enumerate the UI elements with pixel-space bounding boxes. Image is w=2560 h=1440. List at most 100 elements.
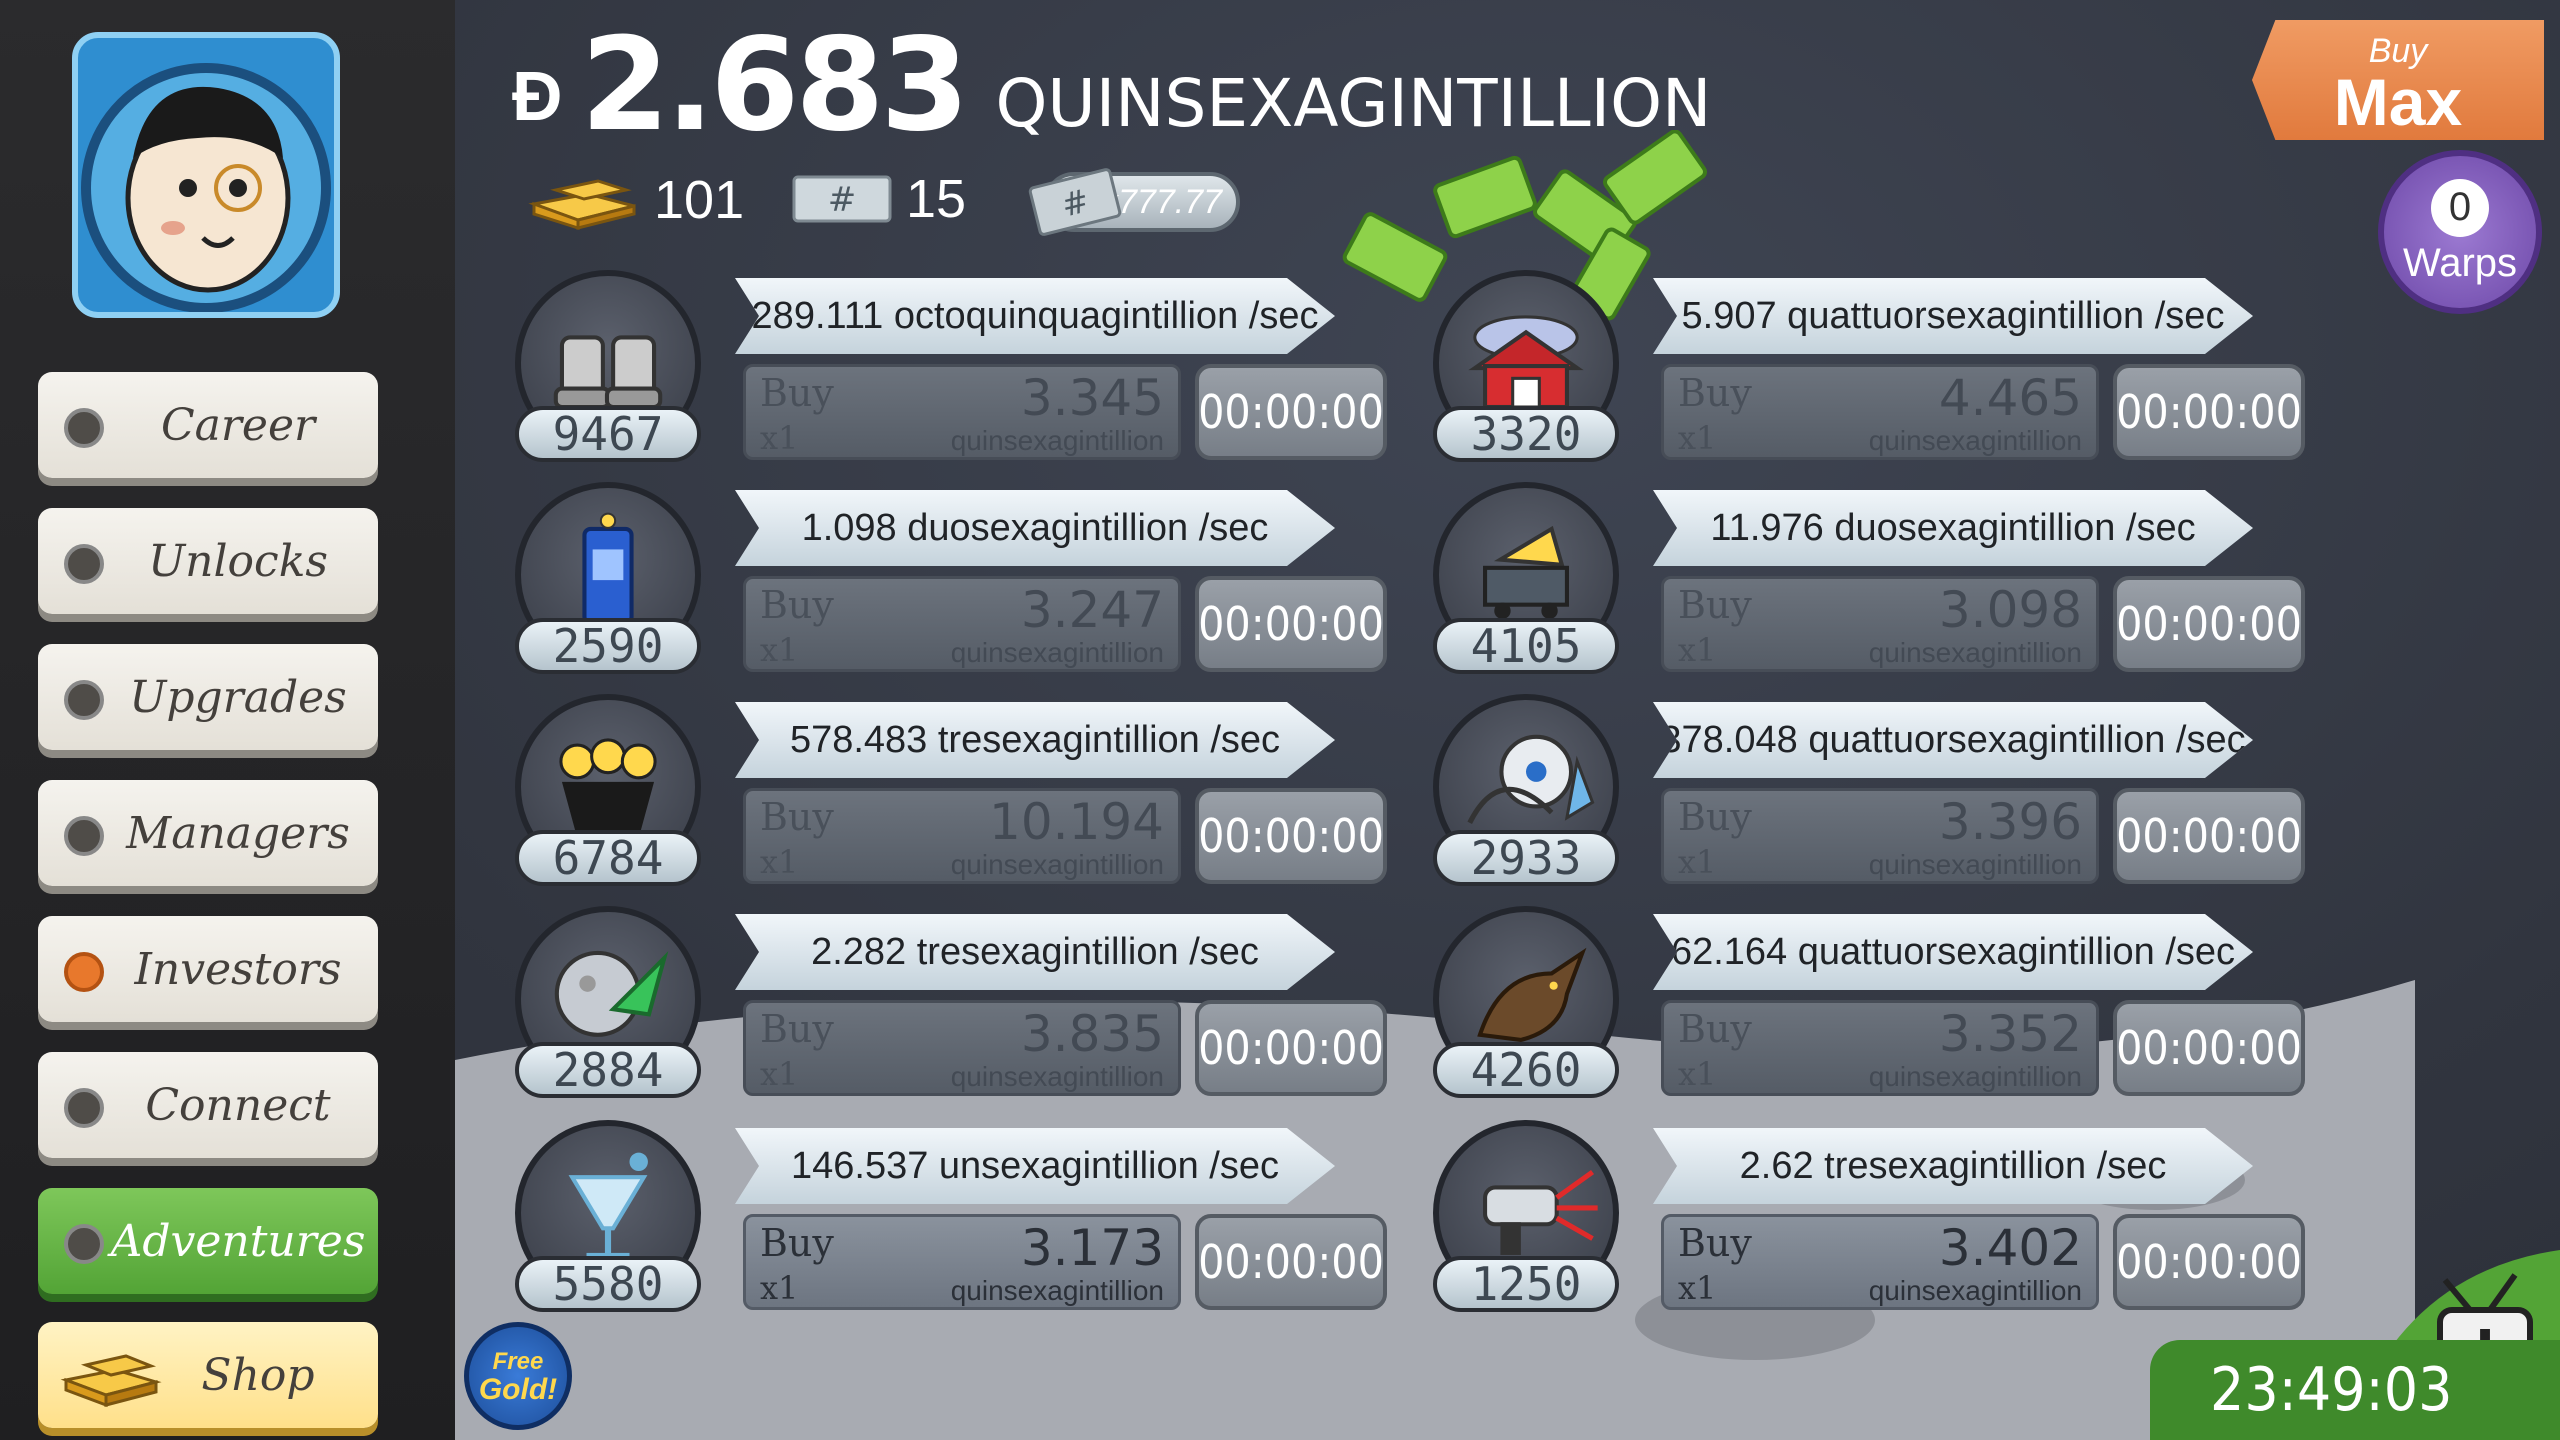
buy-label: Buy <box>1678 583 1752 627</box>
currency-symbol: Ð <box>512 57 563 135</box>
status-dot-icon <box>64 952 104 992</box>
free-gold-line1: Free <box>492 1348 544 1375</box>
buy-label: Buy <box>1678 1007 1752 1051</box>
business-rate-bar[interactable]: 289.111 octoquinquagintillion /sec <box>735 278 1335 354</box>
menu-connect-button[interactable]: Connect <box>38 1052 378 1158</box>
buy-button[interactable]: Buy x1 3.345 quinsexagintillion <box>743 364 1181 460</box>
business-timer: 00:00:00 <box>1195 788 1387 884</box>
business-timer: 00:00:00 <box>2113 364 2305 460</box>
business-timer: 00:00:00 <box>1195 576 1387 672</box>
menu-adventures-button[interactable]: Adventures <box>38 1188 378 1294</box>
buy-label: Buy <box>760 1221 834 1265</box>
buy-button[interactable]: Buy x1 3.402 quinsexagintillion <box>1661 1214 2099 1310</box>
buy-quantity: x1 <box>760 1055 799 1093</box>
menu-unlocks-button[interactable]: Unlocks <box>38 508 378 614</box>
warps-count: 0 <box>2431 178 2489 237</box>
business-rate-bar[interactable]: 2.62 tresexagintillion /sec <box>1653 1128 2253 1204</box>
buy-button[interactable]: Buy x1 3.247 quinsexagintillion <box>743 576 1181 672</box>
buy-price: 3.345 <box>1020 369 1164 427</box>
business-rate-bar[interactable]: 11.976 duosexagintillion /sec <box>1653 490 2253 566</box>
business-rate-bar[interactable]: 62.164 quattuorsexagintillion /sec <box>1653 914 2253 990</box>
buy-price: 3.352 <box>1938 1005 2082 1063</box>
buy-price-unit: quinsexagintillion <box>950 1275 1164 1306</box>
business-rate: 578.483 tresexagintillion /sec <box>789 718 1281 761</box>
buy-label: Buy <box>760 1007 834 1051</box>
gold-count: 101 <box>654 170 745 230</box>
business-rate-bar[interactable]: 146.537 unsexagintillion /sec <box>735 1128 1335 1204</box>
business-count: 4105 <box>1433 618 1619 674</box>
business-timer: 00:00:00 <box>1195 1214 1387 1310</box>
buy-label: Buy <box>1678 371 1752 415</box>
business-count: 9467 <box>515 406 701 462</box>
buy-button[interactable]: Buy x1 3.352 quinsexagintillion <box>1661 1000 2099 1096</box>
player-avatar[interactable] <box>72 32 340 318</box>
business-card: 3320 5.907 quattuorsexagintillion /sec Buy… <box>1433 270 2333 480</box>
business-card: 4260 62.164 quattuorsexagintillion /sec Bu… <box>1433 906 2333 1116</box>
ad-tv-panel[interactable]: ! 23:49:03 <box>2150 1230 2560 1440</box>
business-card: 5580 146.537 unsexagintillion /sec Buy x1 3.… <box>515 1120 1415 1330</box>
buy-price-unit: quinsexagintillion <box>1868 849 2082 880</box>
sidebar: Career Unlocks Upgrades Managers Investo… <box>0 0 455 1440</box>
business-rate: 146.537 unsexagintillion /sec <box>790 1144 1279 1187</box>
business-card: 2884 2.282 tresexagintillion /sec Buy x1 3.8… <box>515 906 1415 1116</box>
business-rate-bar[interactable]: 5.907 quattuorsexagintillion /sec <box>1653 278 2253 354</box>
business-card: 2933 378.048 quattuorsexagintillion /sec B… <box>1433 694 2333 904</box>
buy-label: Buy <box>760 795 834 839</box>
buy-quantity: x1 <box>1678 1055 1717 1093</box>
business-count: 2884 <box>515 1042 701 1098</box>
buy-quantity: x1 <box>760 631 799 669</box>
buy-price-unit: quinsexagintillion <box>1868 1275 2082 1306</box>
buy-label: Buy <box>760 371 834 415</box>
menu-career-button[interactable]: Career <box>38 372 378 478</box>
status-dot-icon <box>64 1088 104 1128</box>
business-rate: 2.62 tresexagintillion /sec <box>1739 1144 2167 1187</box>
menu-managers-button[interactable]: Managers <box>38 780 378 886</box>
game-clock: 23:49:03 <box>2150 1340 2560 1440</box>
business-rate-bar[interactable]: 578.483 tresexagintillion /sec <box>735 702 1335 778</box>
buy-price: 3.402 <box>1938 1219 2082 1277</box>
business-rate: 62.164 quattuorsexagintillion /sec <box>1670 930 2236 973</box>
buy-price-unit: quinsexagintillion <box>1868 637 2082 668</box>
buy-price-unit: quinsexagintillion <box>950 1061 1164 1092</box>
business-count: 4260 <box>1433 1042 1619 1098</box>
buy-price: 3.396 <box>1938 793 2082 851</box>
business-rate-bar[interactable]: 2.282 tresexagintillion /sec <box>735 914 1335 990</box>
buy-price: 4.465 <box>1938 369 2082 427</box>
menu-investors-button[interactable]: Investors <box>38 916 378 1022</box>
buy-label: Buy <box>1678 795 1752 839</box>
buy-button[interactable]: Buy x1 3.396 quinsexagintillion <box>1661 788 2099 884</box>
business-timer: 00:00:00 <box>1195 364 1387 460</box>
money-amount: 2.683 <box>580 11 970 160</box>
menu-shop-button[interactable]: Shop <box>38 1322 378 1428</box>
buy-price-unit: quinsexagintillion <box>950 425 1164 456</box>
buy-button[interactable]: Buy x1 3.173 quinsexagintillion <box>743 1214 1181 1310</box>
menu-upgrades-button[interactable]: Upgrades <box>38 644 378 750</box>
buy-button[interactable]: Buy x1 4.465 quinsexagintillion <box>1661 364 2099 460</box>
buy-price-unit: quinsexagintillion <box>1868 425 2082 456</box>
buy-price: 3.098 <box>1938 581 2082 639</box>
buy-price-unit: quinsexagintillion <box>1868 1061 2082 1092</box>
business-timer: 00:00:00 <box>1195 1000 1387 1096</box>
buy-quantity: x1 <box>1678 843 1717 881</box>
buy-max-line2: Max <box>2333 64 2463 139</box>
buy-price: 3.835 <box>1020 1005 1164 1063</box>
status-dot-icon <box>64 816 104 856</box>
business-count: 1250 <box>1433 1256 1619 1312</box>
buy-button[interactable]: Buy x1 3.835 quinsexagintillion <box>743 1000 1181 1096</box>
buy-quantity: x1 <box>760 419 799 457</box>
buy-button[interactable]: Buy x1 3.098 quinsexagintillion <box>1661 576 2099 672</box>
gold-stat: 101 <box>528 168 744 232</box>
business-card: 4105 11.976 duosexagintillion /sec Buy x1 3.… <box>1433 482 2333 692</box>
free-gold-button[interactable]: Free Gold! <box>464 1322 572 1430</box>
buy-price: 3.173 <box>1020 1219 1164 1277</box>
buy-price: 3.247 <box>1020 581 1164 639</box>
warps-badge[interactable]: 0 Warps <box>2378 150 2542 314</box>
buy-max-button[interactable]: Buy Max <box>2252 20 2544 140</box>
business-rate: 5.907 quattuorsexagintillion /sec <box>1681 294 2225 337</box>
buy-button[interactable]: Buy x1 10.194 quinsexagintillion <box>743 788 1181 884</box>
business-count: 5580 <box>515 1256 701 1312</box>
business-rate-bar[interactable]: 378.048 quattuorsexagintillion /sec <box>1653 702 2253 778</box>
business-count: 2933 <box>1433 830 1619 886</box>
business-rate-bar[interactable]: 1.098 duosexagintillion /sec <box>735 490 1335 566</box>
free-gold-line2: Gold! <box>478 1373 558 1406</box>
